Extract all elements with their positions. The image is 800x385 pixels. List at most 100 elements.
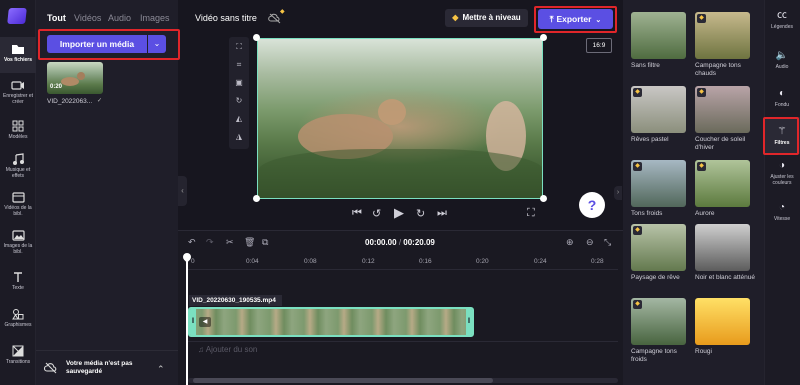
filter-name: Aurore bbox=[695, 210, 715, 217]
nav-speed[interactable]: ◔ Vitesse bbox=[764, 202, 800, 222]
import-options-button[interactable]: ⌄ bbox=[148, 35, 166, 53]
track-divider bbox=[188, 341, 618, 342]
trim-handle-right[interactable]: ‖ bbox=[466, 309, 472, 335]
nav-templates[interactable]: Modèles bbox=[0, 120, 36, 146]
fit-icon[interactable]: ⛶ bbox=[233, 41, 245, 53]
rewind-5-icon[interactable]: ↺ bbox=[372, 207, 381, 220]
filter-thumbnail[interactable] bbox=[695, 298, 750, 345]
delete-icon[interactable]: 🗑 bbox=[244, 237, 255, 248]
premium-gem-icon: ◆ bbox=[697, 14, 706, 23]
gem-icon: ◆ bbox=[452, 13, 459, 22]
text-icon bbox=[14, 272, 22, 282]
project-title[interactable]: Vidéo sans titre bbox=[195, 13, 257, 23]
filter-thumbnail[interactable]: ◆ bbox=[695, 160, 750, 207]
chevron-up-icon[interactable]: ⌃ bbox=[157, 364, 165, 375]
nav-transitions[interactable]: Transitions bbox=[0, 345, 36, 371]
filter-thumbnail[interactable]: ◆ bbox=[631, 298, 686, 345]
resize-handle[interactable] bbox=[253, 34, 260, 41]
collapse-panel-handle[interactable]: ‹ bbox=[178, 176, 187, 206]
thumbnail-duration: 0:20 bbox=[50, 84, 63, 90]
tab-audio[interactable]: Audio bbox=[108, 13, 131, 23]
import-media-button[interactable]: Importer un média bbox=[47, 35, 147, 53]
upload-icon: ⤒ bbox=[549, 14, 554, 24]
playhead[interactable] bbox=[186, 254, 188, 385]
filter-name: Campagne tons chauds bbox=[695, 62, 741, 77]
filter-thumbnail[interactable]: ◆ bbox=[631, 224, 686, 271]
filter-name: Rougi bbox=[695, 348, 712, 355]
export-button[interactable]: ⤒ Exporter ⌄ bbox=[538, 9, 613, 29]
nav-music-effects[interactable]: Musique et effets bbox=[0, 153, 36, 185]
nav-audio[interactable]: 🔈 Audio bbox=[764, 50, 800, 70]
music-note-icon: ♫ bbox=[198, 345, 206, 354]
nav-stock-video[interactable]: Vidéos de la bibl. bbox=[0, 192, 36, 224]
volume-icon[interactable]: ◀ bbox=[199, 317, 211, 327]
premium-gem-icon: ◆ bbox=[280, 9, 285, 15]
thumbnail-filename: VID_2022063... bbox=[47, 98, 93, 105]
undo-icon[interactable]: ↶ bbox=[188, 237, 196, 248]
filter-thumbnail[interactable]: ◆ bbox=[695, 86, 750, 133]
fit-timeline-icon[interactable]: ⤡ bbox=[604, 237, 611, 248]
deer-head-shape bbox=[77, 72, 85, 80]
zoom-in-icon[interactable]: ⊕ bbox=[566, 237, 574, 248]
premium-gem-icon: ◆ bbox=[697, 88, 706, 97]
fullscreen-icon[interactable]: ⛶ bbox=[527, 207, 535, 220]
filter-name: Rêves pastel bbox=[631, 136, 669, 143]
nav-your-media[interactable]: Vos fichiers bbox=[0, 37, 36, 73]
filter-thumbnail[interactable] bbox=[695, 224, 750, 271]
filter-thumbnail[interactable]: ◆ bbox=[695, 12, 750, 59]
premium-gem-icon: ◆ bbox=[633, 88, 642, 97]
pip-icon[interactable]: ▣ bbox=[233, 77, 245, 89]
templates-icon bbox=[12, 120, 24, 132]
cut-icon[interactable]: ✂ bbox=[226, 237, 234, 248]
upgrade-button[interactable]: ◆ Mettre à niveau bbox=[445, 9, 528, 27]
tab-images[interactable]: Images bbox=[140, 13, 170, 23]
filter-name: Paysage de rêve bbox=[631, 274, 680, 281]
skip-end-icon[interactable]: ⏭ bbox=[437, 207, 447, 220]
resize-handle[interactable] bbox=[540, 34, 547, 41]
time-tick: 0:20 bbox=[476, 258, 489, 265]
zoom-out-icon[interactable]: ⊖ bbox=[586, 237, 594, 248]
filter-thumbnail[interactable]: ◆ bbox=[631, 86, 686, 133]
help-button[interactable]: ? bbox=[579, 192, 605, 218]
premium-gem-icon: ◆ bbox=[633, 300, 642, 309]
chevron-down-icon: ⌄ bbox=[153, 39, 161, 48]
nav-text[interactable]: Texte bbox=[0, 271, 36, 295]
nav-filters[interactable]: ⚚ Filtres bbox=[764, 126, 800, 146]
forward-5-icon[interactable]: ↻ bbox=[416, 207, 425, 220]
flip-icon[interactable]: ◭ bbox=[233, 113, 245, 125]
tab-videos[interactable]: Vidéos bbox=[74, 13, 101, 23]
captions-icon: ㏄ bbox=[777, 10, 787, 21]
nav-adjust-colors[interactable]: ◑ Ajuster les couleurs bbox=[764, 160, 800, 186]
chevron-right-icon[interactable]: › bbox=[614, 186, 622, 200]
skip-start-icon[interactable]: ⏮ bbox=[352, 207, 362, 220]
resize-handle[interactable] bbox=[540, 195, 547, 202]
trim-handle-left[interactable]: ‖ bbox=[190, 309, 196, 335]
nav-record-create[interactable]: Enregistrer et créer bbox=[0, 80, 36, 114]
rotate-icon[interactable]: ↻ bbox=[233, 95, 245, 107]
redo-icon[interactable]: ↷ bbox=[206, 237, 214, 248]
filter-thumbnail[interactable]: ◆ bbox=[631, 160, 686, 207]
filter-name: Tons froids bbox=[631, 210, 663, 217]
tab-all[interactable]: Tout bbox=[47, 13, 66, 23]
time-tick: 0 bbox=[191, 258, 195, 265]
video-clip[interactable]: ‖ ◀ ‖ bbox=[188, 307, 474, 337]
fade-icon: ◐ bbox=[778, 88, 786, 99]
grass-shape bbox=[258, 149, 542, 198]
flip-vertical-icon[interactable]: ◮ bbox=[233, 131, 245, 143]
nav-captions[interactable]: ㏄ Légendes bbox=[764, 10, 800, 30]
nav-stock-images[interactable]: Images de la bibl. bbox=[0, 230, 36, 264]
video-preview[interactable] bbox=[257, 38, 543, 199]
nav-fade[interactable]: ◐ Fondu bbox=[764, 88, 800, 108]
nav-graphics[interactable]: Graphismes bbox=[0, 308, 36, 332]
aspect-ratio-button[interactable]: 16:9 bbox=[586, 38, 612, 53]
duplicate-icon[interactable]: ⧉ bbox=[262, 237, 268, 248]
crop-icon[interactable]: ⌗ bbox=[233, 59, 245, 71]
filter-name: Sans filtre bbox=[631, 62, 660, 69]
filter-thumbnail[interactable] bbox=[631, 12, 686, 59]
play-icon[interactable]: ▶ bbox=[394, 205, 404, 221]
image-library-icon bbox=[11, 230, 25, 241]
add-audio-hint[interactable]: ♫ Ajouter du son bbox=[198, 345, 257, 354]
timeline-scroll-thumb[interactable] bbox=[193, 378, 493, 383]
resize-handle[interactable] bbox=[253, 195, 260, 202]
time-tick: 0:16 bbox=[419, 258, 432, 265]
